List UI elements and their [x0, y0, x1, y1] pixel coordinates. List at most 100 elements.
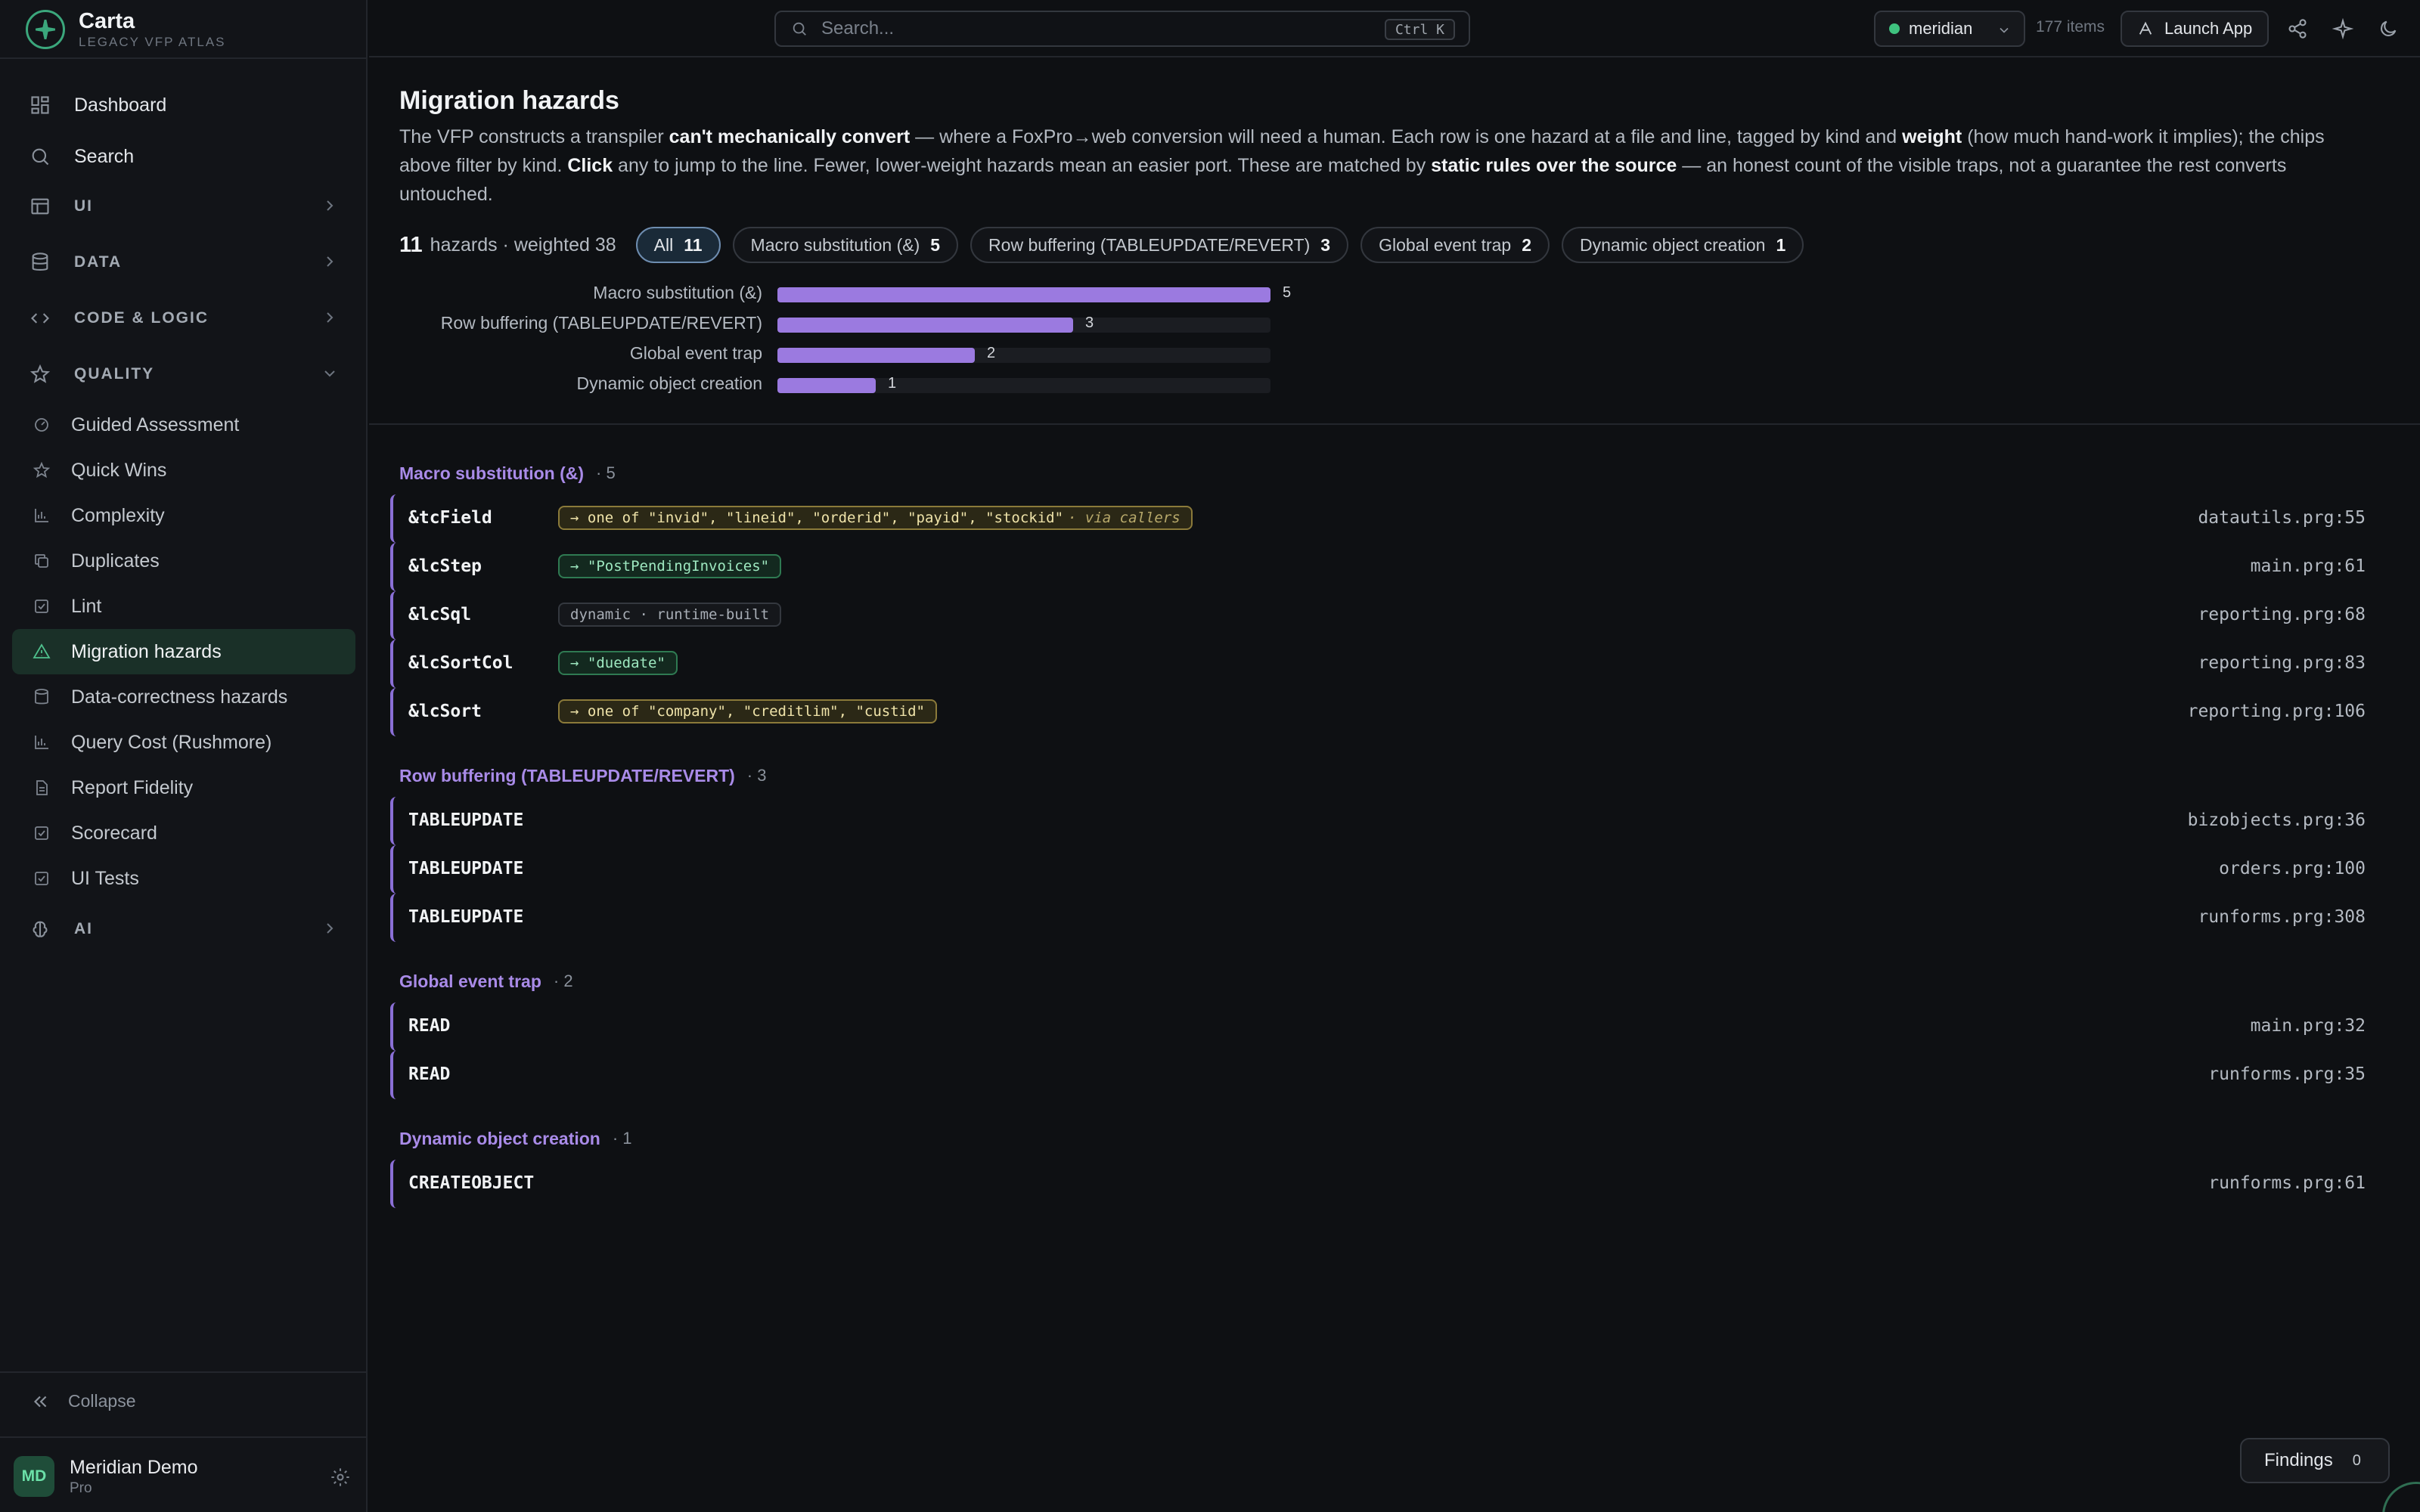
sidebar-section-quality[interactable]: QUALITY [12, 346, 355, 402]
group-header: Macro substitution (&) · 5 [390, 452, 2366, 494]
copy-icon [32, 551, 51, 571]
sidebar-item-lint[interactable]: Lint [12, 584, 355, 629]
project-select[interactable]: meridian [1874, 11, 2025, 47]
findings-button[interactable]: Findings 0 [2240, 1438, 2390, 1483]
layout-icon [29, 195, 51, 218]
hazard-location-link[interactable]: main.prg:61 [2251, 556, 2366, 576]
bar-chart-icon [32, 733, 51, 752]
page-title: Migration hazards [399, 86, 619, 115]
tag-text: → "PostPendingInvoices" [570, 558, 770, 575]
sidebar-item-complexity[interactable]: Complexity [12, 493, 355, 538]
hazard-location-link[interactable]: bizobjects.prg:36 [2188, 810, 2366, 830]
check-square-icon [32, 823, 51, 843]
warning-triangle-icon [32, 642, 51, 662]
filter-chip-dynamic-object-creation[interactable]: Dynamic object creation 1 [1562, 227, 1804, 263]
bar-value-label: 3 [1085, 314, 1094, 331]
brand[interactable]: Carta LEGACY VFP ATLAS [26, 9, 226, 50]
sidebar-section-ui[interactable]: UI [12, 178, 355, 234]
search-input[interactable]: Search... Ctrl K [774, 11, 1470, 47]
hazard-row[interactable]: READ runforms.prg:35 [390, 1051, 2366, 1099]
database-icon [32, 687, 51, 707]
sidebar-item-quick-wins[interactable]: Quick Wins [12, 448, 355, 493]
group-count: · 2 [553, 971, 573, 990]
code-icon [29, 307, 51, 330]
bar-value-label: 5 [1283, 284, 1292, 301]
star-icon [32, 460, 51, 480]
sidebar-item-report-fidelity[interactable]: Report Fidelity [12, 765, 355, 810]
hazard-location-link[interactable]: main.prg:32 [2251, 1016, 2366, 1036]
filter-chip-row-buffering[interactable]: Row buffering (TABLEUPDATE/REVERT) 3 [970, 227, 1349, 263]
hazard-location-link[interactable]: reporting.prg:106 [2188, 702, 2366, 721]
collapse-label: Collapse [68, 1391, 136, 1411]
hazard-row[interactable]: &lcSortCol → "duedate" reporting.prg:83 [390, 640, 2366, 688]
chip-label: Dynamic object creation [1580, 234, 1766, 255]
sidebar-divider [0, 57, 368, 59]
bar-label: Global event trap [629, 343, 762, 363]
sidebar-section-data[interactable]: DATA [12, 234, 355, 290]
sidebar-item-data-correctness-hazards[interactable]: Data-correctness hazards [12, 674, 355, 720]
filter-chip-all[interactable]: All 11 [635, 227, 721, 263]
chip-label: Row buffering (TABLEUPDATE/REVERT) [988, 234, 1311, 255]
hazard-name: &lcSortCol [408, 653, 513, 673]
tag-note: · via callers [1068, 510, 1181, 526]
bar-track [777, 287, 1270, 302]
share-icon[interactable] [2287, 18, 2308, 39]
search-placeholder: Search... [821, 18, 895, 39]
hazard-location-link[interactable]: runforms.prg:308 [2198, 907, 2366, 927]
section-label: UI [74, 197, 93, 215]
hazard-resolution-tag: dynamic · runtime-built [558, 603, 782, 627]
launch-app-button[interactable]: Launch App [2121, 11, 2269, 47]
bar-track [777, 348, 1270, 363]
hazard-row[interactable]: TABLEUPDATE bizobjects.prg:36 [390, 797, 2366, 845]
hazard-location-link[interactable]: reporting.prg:68 [2198, 605, 2366, 624]
desc-emphasis: weight [1902, 126, 1962, 147]
sidebar-item-search[interactable]: Search [12, 135, 355, 178]
hazard-location-link[interactable]: reporting.prg:83 [2198, 653, 2366, 673]
sidebar: Carta LEGACY VFP ATLAS Dashboard Search … [0, 0, 368, 1512]
sparkle-icon[interactable] [2332, 18, 2353, 39]
hazard-row[interactable]: &lcSort → one of "company", "creditlim", … [390, 688, 2366, 736]
desc-text: — where a FoxPro→web conversion will nee… [910, 126, 1903, 147]
hazard-row[interactable]: TABLEUPDATE runforms.prg:308 [390, 894, 2366, 942]
sidebar-item-label: Lint [71, 595, 102, 617]
filter-chip-macro-substitution[interactable]: Macro substitution (&) 5 [732, 227, 959, 263]
hazard-row[interactable]: READ main.prg:32 [390, 1002, 2366, 1051]
sidebar-item-dashboard[interactable]: Dashboard [12, 83, 355, 127]
sidebar-item-query-cost[interactable]: Query Cost (Rushmore) [12, 720, 355, 765]
hazard-location-link[interactable]: runforms.prg:35 [2208, 1064, 2366, 1084]
star-icon [29, 363, 51, 386]
sidebar-item-guided-assessment[interactable]: Guided Assessment [12, 402, 355, 448]
section-divider [369, 423, 2420, 425]
hazard-summary: 11 hazards · weighted 38 All 11 Macro sub… [399, 227, 1804, 263]
sidebar-item-scorecard[interactable]: Scorecard [12, 810, 355, 856]
hazard-name: READ [408, 1016, 451, 1036]
group-title: Macro substitution (&) [399, 463, 585, 483]
hazard-location-link[interactable]: orders.prg:100 [2219, 859, 2366, 878]
sidebar-section-ai[interactable]: AI [12, 901, 355, 957]
search-icon [793, 22, 806, 36]
sidebar-item-duplicates[interactable]: Duplicates [12, 538, 355, 584]
collapse-button[interactable]: Collapse [30, 1391, 136, 1411]
tag-text: → one of "company", "creditlim", "custid… [570, 703, 925, 720]
check-square-icon [32, 869, 51, 888]
hazard-location-link[interactable]: datautils.prg:55 [2198, 508, 2366, 528]
hazard-groups: Macro substitution (&) · 5 &tcField → one o… [390, 452, 2366, 1208]
hazard-row[interactable]: &lcStep → "PostPendingInvoices" main.prg:6… [390, 543, 2366, 591]
group-header: Row buffering (TABLEUPDATE/REVERT) · 3 [390, 754, 2366, 797]
findings-count: 0 [2352, 1452, 2361, 1469]
sidebar-section-code-logic[interactable]: CODE & LOGIC [12, 290, 355, 346]
sidebar-item-ui-tests[interactable]: UI Tests [12, 856, 355, 901]
hazard-name: &lcSql [408, 605, 472, 624]
hazard-row[interactable]: CREATEOBJECT runforms.prg:61 [390, 1160, 2366, 1208]
user-menu[interactable]: MD Meridian Demo Pro [14, 1456, 354, 1497]
hazard-row[interactable]: &tcField → one of "invid", "lineid", "ord… [390, 494, 2366, 543]
hazard-row[interactable]: TABLEUPDATE orders.prg:100 [390, 845, 2366, 894]
sidebar-item-migration-hazards[interactable]: Migration hazards [12, 629, 355, 674]
bar-label: Dynamic object creation [576, 373, 762, 393]
hazard-row[interactable]: &lcSql dynamic · runtime-built reporting.p… [390, 591, 2366, 640]
filter-chip-global-event-trap[interactable]: Global event trap 2 [1360, 227, 1550, 263]
hazard-location-link[interactable]: runforms.prg:61 [2208, 1173, 2366, 1193]
moon-icon[interactable] [2378, 18, 2399, 39]
settings-gear-icon[interactable] [330, 1467, 351, 1488]
chip-count: 11 [684, 234, 703, 255]
